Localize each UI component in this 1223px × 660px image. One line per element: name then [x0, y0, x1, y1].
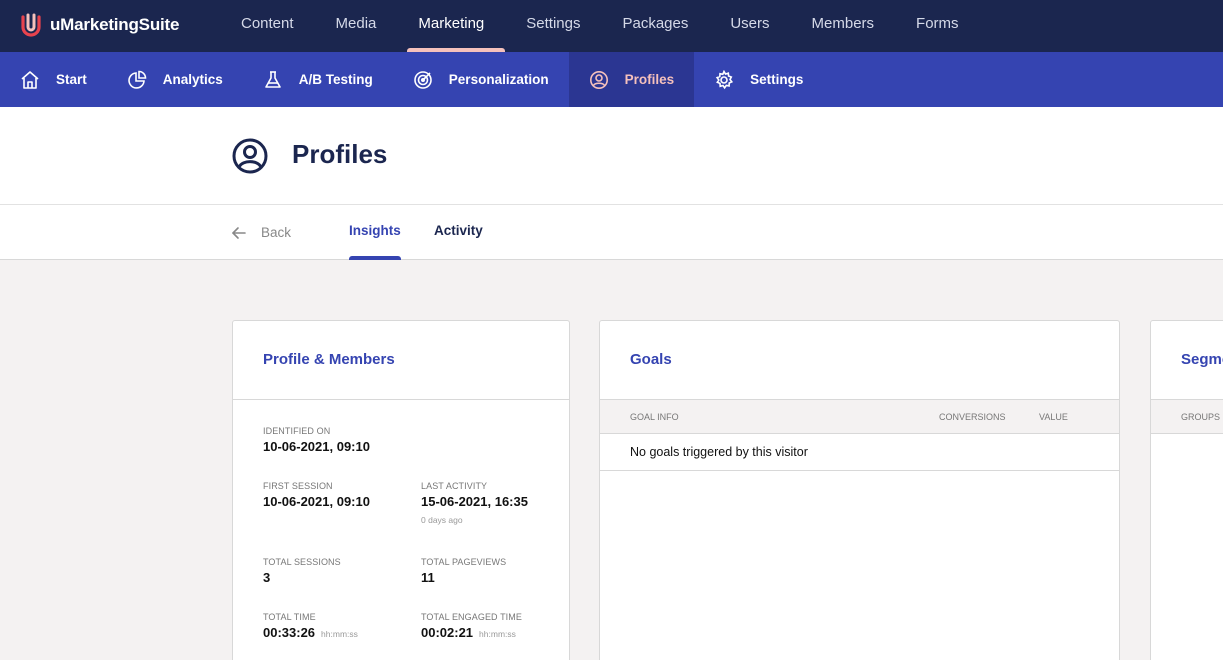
top-nav-settings[interactable]: Settings [505, 0, 601, 52]
top-nav: Content Media Marketing Settings Package… [220, 0, 980, 52]
subnav-label-start: Start [56, 72, 87, 87]
field-value: 10-06-2021, 09:10 [263, 494, 370, 509]
field-value: 00:02:21 hh:mm:ss [421, 625, 522, 640]
top-nav-packages[interactable]: Packages [601, 0, 709, 52]
subnav-label-personalization: Personalization [448, 72, 549, 87]
column-header-value[interactable]: VALUE [1039, 412, 1068, 422]
brand-name: uMarketingSuite [50, 15, 180, 34]
last-activity-field: LAST ACTIVITY 15-06-2021, 16:35 0 days a… [421, 481, 528, 525]
tab-bar: Back Insights Activity [0, 205, 1223, 260]
page-header: Profiles [0, 107, 1223, 205]
sub-nav: Start Analytics A/B Testing Personalizat… [0, 52, 1223, 107]
field-value-text: 00:33:26 [263, 625, 316, 640]
top-nav-content[interactable]: Content [220, 0, 315, 52]
card-title: Segme [1151, 321, 1223, 400]
column-header-conversions[interactable]: CONVERSIONS [939, 412, 1006, 422]
total-time-field: TOTAL TIME 00:33:26 hh:mm:ss [263, 612, 358, 640]
subnav-label-profiles: Profiles [624, 72, 675, 87]
user-circle-icon [232, 138, 268, 174]
field-label: TOTAL PAGEVIEWS [421, 557, 507, 567]
total-pageviews-field: TOTAL PAGEVIEWS 11 [421, 557, 506, 585]
target-icon [413, 70, 432, 89]
field-label: IDENTIFIED ON [263, 426, 331, 436]
field-subtext: 0 days ago [421, 515, 463, 525]
field-label: TOTAL SESSIONS [263, 557, 341, 567]
top-nav-users[interactable]: Users [709, 0, 790, 52]
column-header-goal-info[interactable]: GOAL INFO [630, 412, 679, 422]
tab-insights[interactable]: Insights [349, 205, 401, 260]
subnav-label-analytics: Analytics [162, 72, 223, 87]
gear-icon [715, 69, 734, 89]
pie-chart-icon [128, 70, 147, 89]
field-label: FIRST SESSION [263, 481, 333, 491]
goals-empty-row: No goals triggered by this visitor [600, 434, 1119, 471]
top-bar: uMarketingSuite Content Media Marketing … [0, 0, 1223, 52]
goals-card: Goals GOAL INFO CONVERSIONS VALUE No goa… [599, 320, 1120, 660]
tab-activity[interactable]: Activity [434, 205, 483, 260]
subnav-item-profiles[interactable]: Profiles [568, 52, 695, 107]
total-engaged-time-field: TOTAL ENGAGED TIME 00:02:21 hh:mm:ss [421, 612, 522, 640]
subnav-label-settings: Settings [750, 72, 804, 87]
field-label: TOTAL ENGAGED TIME [421, 612, 522, 622]
field-label: LAST ACTIVITY [421, 481, 488, 491]
total-sessions-field: TOTAL SESSIONS 3 [263, 557, 341, 585]
field-value: 10-06-2021, 09:10 [263, 439, 370, 454]
field-unit: hh:mm:ss [479, 629, 516, 639]
top-nav-media[interactable]: Media [315, 0, 398, 52]
page-title: Profiles [292, 139, 388, 169]
field-unit: hh:mm:ss [321, 629, 358, 639]
flask-icon [264, 70, 281, 88]
card-title: Goals [600, 321, 1119, 400]
arrow-left-icon [232, 226, 246, 239]
card-title: Profile & Members [233, 321, 569, 400]
subnav-item-ab-testing[interactable]: A/B Testing [243, 52, 393, 107]
back-label: Back [261, 224, 292, 240]
subnav-item-start[interactable]: Start [0, 52, 107, 107]
identified-on-field: IDENTIFIED ON 10-06-2021, 09:10 [263, 426, 370, 454]
user-circle-icon [589, 70, 608, 89]
subnav-label-ab-testing: A/B Testing [298, 72, 373, 87]
brand[interactable]: uMarketingSuite [20, 12, 179, 38]
subnav-item-personalization[interactable]: Personalization [393, 52, 569, 107]
field-label: TOTAL TIME [263, 612, 316, 622]
subnav-item-analytics[interactable]: Analytics [107, 52, 243, 107]
field-value-text: 00:02:21 [421, 625, 474, 640]
profile-members-card: Profile & Members IDENTIFIED ON 10-06-20… [232, 320, 570, 660]
subnav-item-settings[interactable]: Settings [694, 52, 823, 107]
segments-table-header: GROUPS [1151, 400, 1223, 434]
top-nav-marketing[interactable]: Marketing [397, 0, 506, 52]
field-value: 00:33:26 hh:mm:ss [263, 625, 358, 640]
field-value: 11 [421, 570, 435, 585]
top-nav-members[interactable]: Members [791, 0, 896, 52]
umarketingsuite-logo-icon [21, 13, 41, 37]
home-icon [21, 70, 39, 89]
goals-table-header: GOAL INFO CONVERSIONS VALUE [600, 400, 1119, 434]
field-value: 3 [263, 570, 271, 585]
first-session-field: FIRST SESSION 10-06-2021, 09:10 [263, 481, 370, 509]
segments-card: Segme GROUPS [1150, 320, 1223, 660]
top-nav-forms[interactable]: Forms [895, 0, 980, 52]
column-header-groups[interactable]: GROUPS [1181, 412, 1220, 422]
back-button[interactable]: Back [231, 205, 291, 260]
field-value: 15-06-2021, 16:35 [421, 494, 528, 509]
